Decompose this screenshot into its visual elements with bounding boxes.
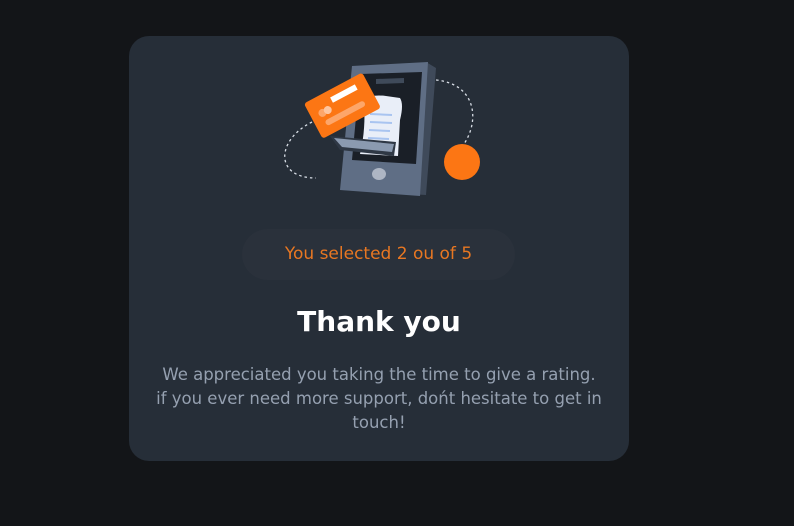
message-line: We appreciated you taking the time to gi… [162,365,596,384]
phone-speaker [376,78,404,84]
thank-you-card: You selected 2 ou of 5 Thank you We appr… [129,36,629,461]
message-line: touch! [352,413,406,432]
page-title: Thank you [297,305,461,338]
orange-dot [444,144,480,180]
phone-home-button [372,168,386,180]
selection-badge: You selected 2 ou of 5 [242,229,515,280]
dashed-orbit-left [284,121,317,179]
message-line: if you ever need more support, dońt hes… [156,389,602,408]
dashed-orbit-right [435,79,474,145]
phone-receipt-illustration [284,62,480,196]
thank-you-message: We appreciated you taking the time to gi… [149,363,609,435]
